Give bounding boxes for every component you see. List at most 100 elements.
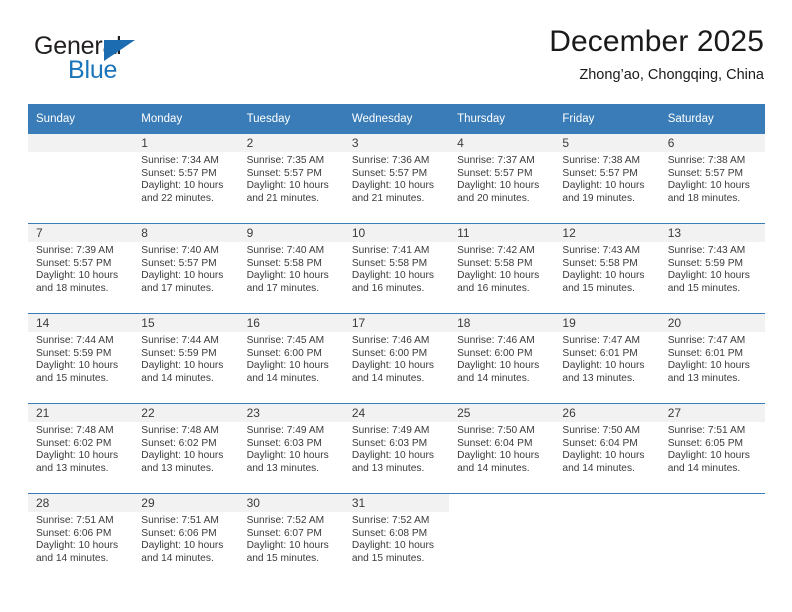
day-detail-line: Daylight: 10 hours [36,360,119,372]
day-cell-content: 29 Sunrise: 7:51 AM Sunset: 6:06 PM Dayligh… [133,494,239,583]
day-number [28,134,134,152]
day-details: Sunrise: 7:38 AM Sunset: 5:57 PM Daylight:… [660,152,765,205]
calendar-day-cell[interactable]: 29 Sunrise: 7:51 AM Sunset: 6:06 PM Dayligh… [133,493,239,583]
day-detail-line: Daylight: 10 hours [246,540,329,552]
calendar-day-cell[interactable]: 6 Sunrise: 7:38 AM Sunset: 5:57 PM Daylight… [659,134,765,224]
day-detail-line: Daylight: 10 hours [36,540,119,552]
day-detail-line: Sunrise: 7:40 AM [141,245,219,256]
day-number: 11 [449,224,555,242]
calendar-day-cell[interactable]: 2 Sunrise: 7:35 AM Sunset: 5:57 PM Daylight… [238,134,344,224]
day-detail-line: Sunset: 6:03 PM [351,437,428,449]
calendar-day-cell[interactable]: 10 Sunrise: 7:41 AM Sunset: 5:58 PM Dayligh… [343,223,450,314]
day-detail-line: and 21 minutes. [246,192,320,204]
day-detail-line: Sunset: 6:08 PM [351,527,428,539]
calendar-day-cell[interactable]: 19 Sunrise: 7:47 AM Sunset: 6:01 PM Dayligh… [554,313,660,404]
day-detail-line: Sunrise: 7:45 AM [246,335,325,346]
day-detail-line: Daylight: 10 hours [457,180,540,192]
calendar-page: General Blue December 2025 Zhong’ao, Cho… [0,0,792,612]
calendar-day-cell[interactable]: 31 Sunrise: 7:52 AM Sunset: 6:08 PM Dayligh… [343,493,450,583]
day-detail-line: Sunrise: 7:40 AM [246,245,325,256]
calendar-day-cell[interactable]: 9 Sunrise: 7:40 AM Sunset: 5:58 PM Daylight… [238,223,344,314]
calendar-day-cell[interactable]: 4 Sunrise: 7:37 AM Sunset: 5:57 PM Daylight… [449,134,555,224]
calendar-day-cell[interactable]: 13 Sunrise: 7:43 AM Sunset: 5:59 PM Dayligh… [659,223,765,314]
day-cell-content: 20 Sunrise: 7:47 AM Sunset: 6:01 PM Dayligh… [659,314,765,403]
calendar-day-cell[interactable]: 21 Sunrise: 7:48 AM Sunset: 6:02 PM Dayligh… [28,403,134,494]
day-detail-line: and 13 minutes. [141,462,214,474]
calendar-day-cell[interactable]: 24 Sunrise: 7:49 AM Sunset: 6:03 PM Dayligh… [343,403,450,494]
day-detail-line: Daylight: 10 hours [141,450,224,462]
day-detail-line: Sunrise: 7:38 AM [667,155,746,166]
day-details [660,512,765,515]
day-detail-line: and 20 minutes. [457,192,530,204]
day-detail-line: Daylight: 10 hours [562,450,645,462]
day-details: Sunrise: 7:51 AM Sunset: 6:06 PM Daylight:… [28,512,133,565]
day-number [449,494,555,512]
calendar-day-cell[interactable]: 14 Sunrise: 7:44 AM Sunset: 5:59 PM Dayligh… [28,313,134,404]
calendar-day-cell[interactable] [449,493,555,583]
calendar-day-cell[interactable]: 11 Sunrise: 7:42 AM Sunset: 5:58 PM Dayligh… [449,223,555,314]
day-detail-line: and 18 minutes. [36,282,109,294]
calendar-day-cell[interactable]: 18 Sunrise: 7:46 AM Sunset: 6:00 PM Dayligh… [449,313,555,404]
day-detail-line: Sunset: 5:59 PM [667,257,744,269]
day-detail-line: Sunrise: 7:51 AM [667,425,746,436]
day-number: 12 [554,224,660,242]
calendar-day-cell[interactable]: 3 Sunrise: 7:36 AM Sunset: 5:57 PM Daylight… [343,134,450,224]
day-details: Sunrise: 7:47 AM Sunset: 6:01 PM Daylight:… [660,332,765,385]
day-detail-line: Sunset: 5:58 PM [562,257,638,269]
day-detail-line: and 21 minutes. [351,192,425,204]
day-detail-line: and 14 minutes. [351,372,425,384]
day-number: 18 [449,314,555,332]
general-blue-logo[interactable]: General Blue [34,32,224,90]
day-details: Sunrise: 7:39 AM Sunset: 5:57 PM Daylight:… [28,242,133,295]
day-detail-line: and 14 minutes. [457,462,530,474]
day-details: Sunrise: 7:52 AM Sunset: 6:07 PM Daylight:… [239,512,344,565]
weekday-header-sunday: Sunday [28,104,134,134]
day-detail-line: Daylight: 10 hours [667,450,750,462]
calendar-day-cell[interactable]: 27 Sunrise: 7:51 AM Sunset: 6:05 PM Dayligh… [659,403,765,494]
calendar-day-cell[interactable]: 22 Sunrise: 7:48 AM Sunset: 6:02 PM Dayligh… [133,403,239,494]
day-number: 26 [554,404,660,422]
day-cell-content: 2 Sunrise: 7:35 AM Sunset: 5:57 PM Daylight… [238,134,344,223]
calendar-day-cell[interactable]: 7 Sunrise: 7:39 AM Sunset: 5:57 PM Daylight… [28,223,134,314]
day-detail-line: Sunset: 6:05 PM [667,437,744,449]
day-detail-line: and 13 minutes. [246,462,320,474]
day-detail-line: and 14 minutes. [141,372,214,384]
calendar-day-cell[interactable] [659,493,765,583]
day-detail-line: Sunset: 6:04 PM [457,437,533,449]
day-cell-content: 28 Sunrise: 7:51 AM Sunset: 6:06 PM Dayligh… [28,494,134,583]
calendar-day-cell[interactable]: 5 Sunrise: 7:38 AM Sunset: 5:57 PM Daylight… [554,134,660,224]
calendar-day-cell[interactable]: 23 Sunrise: 7:49 AM Sunset: 6:03 PM Dayligh… [238,403,344,494]
day-details [554,512,659,515]
day-detail-line: Daylight: 10 hours [562,360,645,372]
calendar-day-cell[interactable]: 28 Sunrise: 7:51 AM Sunset: 6:06 PM Dayligh… [28,493,134,583]
day-details: Sunrise: 7:44 AM Sunset: 5:59 PM Daylight:… [28,332,133,385]
calendar-day-cell[interactable]: 17 Sunrise: 7:46 AM Sunset: 6:00 PM Dayligh… [343,313,450,404]
page-title: December 2025 [549,25,764,58]
day-number: 9 [238,224,344,242]
day-cell-content: 15 Sunrise: 7:44 AM Sunset: 5:59 PM Dayligh… [133,314,239,403]
day-details: Sunrise: 7:35 AM Sunset: 5:57 PM Daylight:… [239,152,344,205]
day-cell-content: 17 Sunrise: 7:46 AM Sunset: 6:00 PM Dayligh… [343,314,450,403]
calendar-day-cell[interactable]: 30 Sunrise: 7:52 AM Sunset: 6:07 PM Dayligh… [238,493,344,583]
calendar-day-cell[interactable]: 15 Sunrise: 7:44 AM Sunset: 5:59 PM Dayligh… [133,313,239,404]
calendar-day-cell[interactable]: 1 Sunrise: 7:34 AM Sunset: 5:57 PM Daylight… [133,134,239,224]
day-details: Sunrise: 7:49 AM Sunset: 6:03 PM Daylight:… [239,422,344,475]
day-detail-line: Sunrise: 7:36 AM [351,155,430,166]
day-cell-content: 5 Sunrise: 7:38 AM Sunset: 5:57 PM Daylight… [554,134,660,223]
calendar-day-cell[interactable] [28,134,134,224]
day-details: Sunrise: 7:37 AM Sunset: 5:57 PM Daylight:… [449,152,554,205]
calendar-day-cell[interactable]: 12 Sunrise: 7:43 AM Sunset: 5:58 PM Dayligh… [554,223,660,314]
calendar-day-cell[interactable]: 25 Sunrise: 7:50 AM Sunset: 6:04 PM Dayligh… [449,403,555,494]
day-detail-line: Sunset: 6:02 PM [36,437,112,449]
day-detail-line: Daylight: 10 hours [351,450,434,462]
calendar-day-cell[interactable]: 26 Sunrise: 7:50 AM Sunset: 6:04 PM Dayligh… [554,403,660,494]
calendar-day-cell[interactable]: 20 Sunrise: 7:47 AM Sunset: 6:01 PM Dayligh… [659,313,765,404]
day-number: 31 [343,494,450,512]
day-detail-line: Sunrise: 7:47 AM [667,335,746,346]
day-number: 23 [238,404,344,422]
day-details: Sunrise: 7:34 AM Sunset: 5:57 PM Daylight:… [133,152,238,205]
calendar-day-cell[interactable]: 8 Sunrise: 7:40 AM Sunset: 5:57 PM Daylight… [133,223,239,314]
calendar-day-cell[interactable]: 16 Sunrise: 7:45 AM Sunset: 6:00 PM Dayligh… [238,313,344,404]
day-cell-content: 31 Sunrise: 7:52 AM Sunset: 6:08 PM Dayligh… [343,494,450,583]
calendar-day-cell[interactable] [554,493,660,583]
